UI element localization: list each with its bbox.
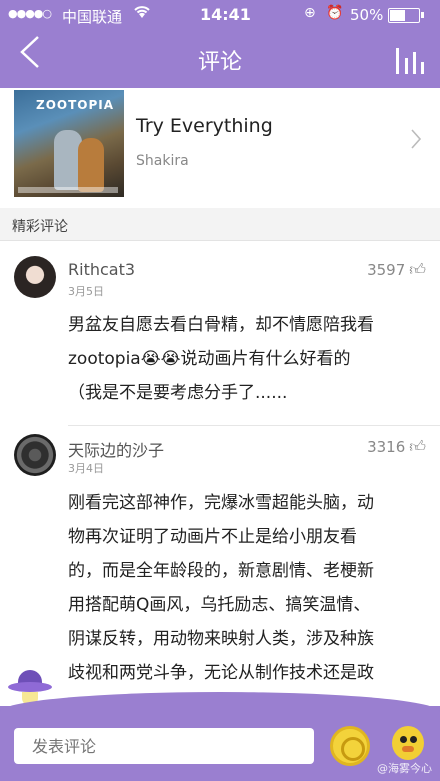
duck-eye — [410, 736, 417, 743]
ufo-decoration-icon — [8, 670, 52, 706]
comment-date: 3月4日 — [68, 462, 104, 475]
comment-date: 3月5日 — [68, 285, 104, 298]
album-cover: ZOOTOPIA — [14, 90, 124, 197]
bar-chart-icon[interactable] — [396, 44, 424, 74]
song-card[interactable]: ZOOTOPIA Try Everything Shakira — [0, 88, 440, 200]
song-title: Try Everything — [136, 115, 273, 137]
signal-strength-icon: ●●●●○ — [8, 7, 52, 20]
thumbs-up-icon: 👍︎ — [409, 260, 426, 279]
comment-input-bar: @海雾今心 — [0, 692, 440, 781]
bar-chart-bar — [396, 48, 399, 74]
song-artist: Shakira — [136, 153, 189, 169]
section-title: 精彩评论 — [12, 219, 68, 235]
cover-caption — [18, 187, 118, 193]
duck-beak — [402, 746, 414, 752]
cover-character-fox — [78, 138, 104, 192]
comment-line: 刚看完这部神作，完爆冰雪超能头脑，动 — [68, 493, 374, 513]
battery-percent: 50% — [350, 6, 384, 24]
page-title: 评论 — [197, 50, 242, 75]
nav-bar: 评论 — [0, 30, 440, 88]
comment-text: 刚看完这部神作，完爆冰雪超能头脑，动 物再次证明了动画片不止是给小朋友看 的，而… — [68, 486, 424, 724]
thumbs-up-icon: 👍︎ — [409, 437, 426, 456]
like-count: 3316 — [367, 438, 406, 456]
bar-chart-bar — [421, 62, 424, 74]
clock-time: 14:41 — [200, 5, 251, 24]
duck-eye — [400, 736, 407, 743]
duck-body — [392, 726, 424, 760]
battery-icon — [388, 8, 424, 23]
section-header: 精彩评论 — [0, 208, 440, 241]
comment-line: 歧视和两党斗争，无论从制作技术还是政 — [68, 663, 374, 683]
like-button[interactable]: 3597 👍︎ — [367, 260, 426, 280]
comment-text: 男盆友自愿去看白骨精，却不情愿陪我看 zootopia😭😭说动画片有什么好看的 … — [68, 308, 424, 410]
emoji-button[interactable] — [330, 726, 370, 766]
alarm-icon: ⏰ — [326, 5, 344, 21]
wifi-icon — [133, 4, 151, 24]
comment-line: 的，而是全年龄段的，新意剧情、老梗新 — [68, 561, 374, 581]
comment-line: 阴谋反转，用动物来映射人类，涉及种族 — [68, 629, 374, 649]
chevron-right-icon — [410, 128, 422, 156]
comment-line: 男盆友自愿去看白骨精，却不情愿陪我看 — [68, 315, 374, 335]
carrier-name: 中国联通 — [62, 8, 123, 26]
comment-line: （我是不是要考虑分手了...... — [68, 383, 288, 403]
battery-fill — [390, 10, 405, 21]
comment-line: 物再次证明了动画片不止是给小朋友看 — [68, 527, 357, 547]
comment-line: 用搭配萌Q画风，乌托励志、搞笑温情、 — [68, 595, 371, 615]
like-button[interactable]: 3316 👍︎ — [367, 437, 426, 457]
comment-divider — [68, 425, 440, 426]
album-cover-logo: ZOOTOPIA — [36, 98, 115, 112]
bar-chart-bar — [405, 58, 408, 74]
like-count: 3597 — [367, 261, 406, 279]
comment-line: zootopia😭😭说动画片有什么好看的 — [68, 349, 351, 369]
watermark: @海雾今心 — [377, 762, 432, 775]
ufo-disc — [8, 682, 52, 692]
comment-username[interactable]: Rithcat3 — [68, 260, 135, 279]
avatar[interactable] — [14, 256, 56, 298]
avatar[interactable] — [14, 434, 56, 476]
comment-username[interactable]: 天际边的沙子 — [68, 437, 164, 461]
comment-input[interactable] — [14, 728, 314, 764]
bar-chart-bar — [413, 52, 416, 74]
rotation-lock-icon: ⊕ — [304, 5, 316, 21]
status-bar: ●●●●○ 中国联通 14:41 ⊕ ⏰ 50% — [0, 0, 440, 30]
